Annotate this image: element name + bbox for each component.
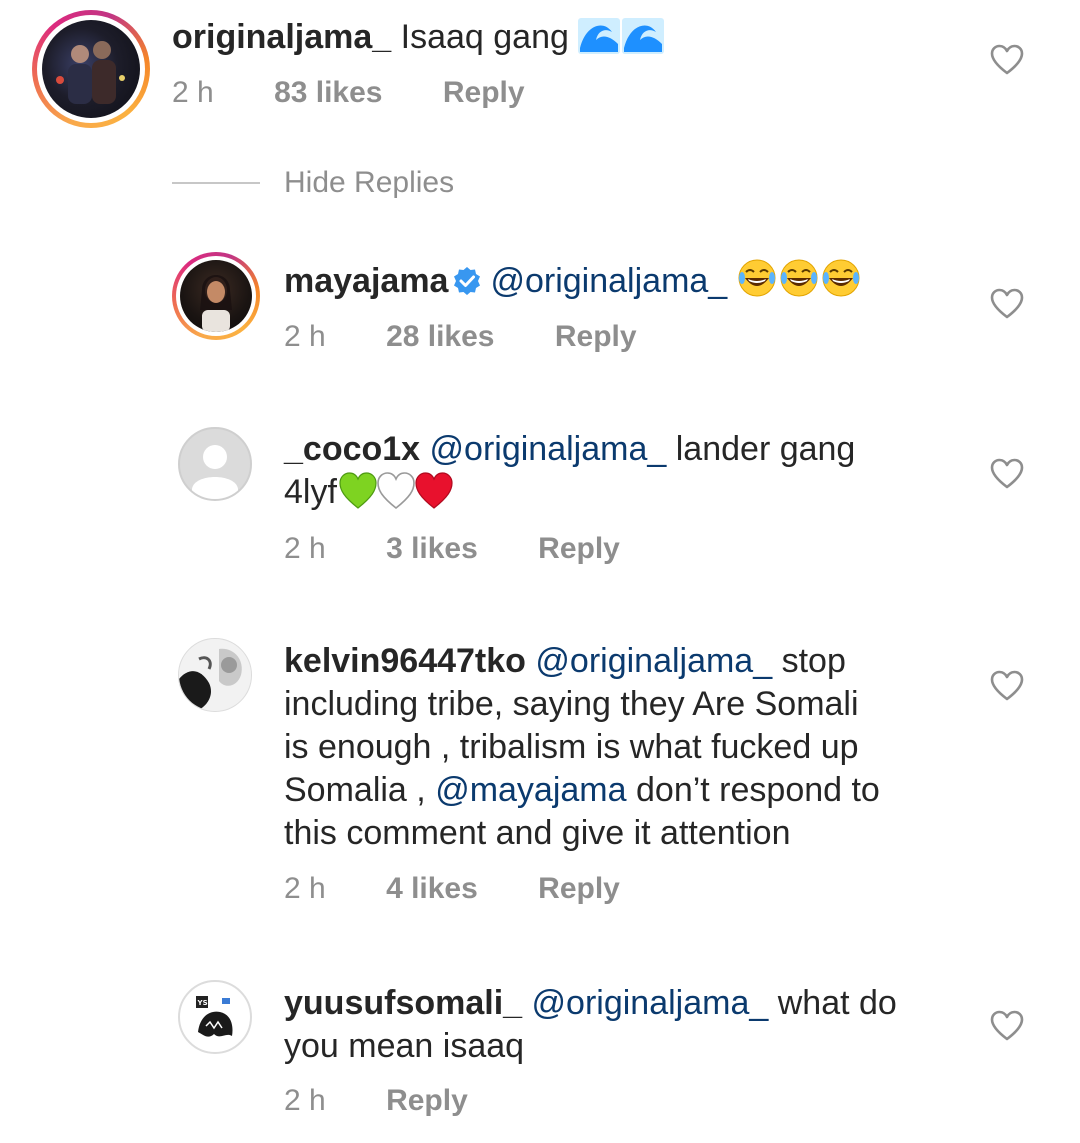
- username[interactable]: yuusufsomali_: [284, 984, 522, 1022]
- likes-count[interactable]: 28 likes: [386, 320, 494, 354]
- mention-link[interactable]: @originaljama_: [535, 642, 772, 680]
- comment-text-line: you mean isaaq: [284, 1027, 525, 1065]
- heart-outline-icon[interactable]: [990, 1010, 1024, 1042]
- comment-text-line2: 4lyf: [284, 473, 337, 511]
- joy-emoji: [737, 258, 863, 309]
- likes-count[interactable]: 3 likes: [386, 532, 478, 566]
- avatar-kelvin96447tko[interactable]: [178, 638, 252, 712]
- avatar-mayajama[interactable]: [172, 252, 260, 340]
- comment-text: Somalia ,: [284, 771, 426, 809]
- heart-outline-icon[interactable]: [990, 44, 1024, 76]
- svg-text:YS: YS: [197, 999, 208, 1007]
- verified-badge-icon: [452, 264, 482, 307]
- heart-outline-icon[interactable]: [990, 458, 1024, 490]
- avatar-yuusufsomali[interactable]: YS: [178, 980, 252, 1054]
- mention-link[interactable]: @originaljama_: [430, 430, 667, 468]
- comment-time: 2 h: [284, 1084, 326, 1117]
- hide-replies-button[interactable]: Hide Replies: [284, 166, 454, 200]
- comment-text: stop: [781, 642, 846, 680]
- heart-outline-icon[interactable]: [990, 670, 1024, 702]
- username[interactable]: _coco1x: [284, 430, 420, 468]
- comment-time: 2 h: [284, 872, 326, 905]
- avatar-originaljama[interactable]: [32, 10, 150, 128]
- wave-emoji: [578, 18, 665, 65]
- comment-text-line: this comment and give it attention: [284, 814, 791, 852]
- likes-count[interactable]: 4 likes: [386, 872, 478, 906]
- mention-link[interactable]: @originaljama_: [532, 984, 769, 1022]
- reply-button[interactable]: Reply: [538, 532, 620, 566]
- comment-text: lander gang: [675, 430, 856, 468]
- username[interactable]: kelvin96447tko: [284, 642, 526, 680]
- comment-text-line: including tribe, saying they Are Somali: [284, 685, 859, 723]
- heart-outline-icon[interactable]: [990, 288, 1024, 320]
- reply-button[interactable]: Reply: [443, 76, 525, 110]
- mention-link[interactable]: @mayajama: [435, 771, 626, 809]
- hearts-emoji: [339, 471, 453, 522]
- likes-count[interactable]: 83 likes: [274, 76, 382, 110]
- comment-time: 2 h: [284, 320, 326, 353]
- default-avatar-icon[interactable]: [178, 427, 252, 501]
- hide-replies-divider: [172, 182, 260, 184]
- comment-text: Isaaq gang: [400, 18, 569, 56]
- comment-text-line: is enough , tribalism is what fucked up: [284, 728, 859, 766]
- comment-text: don’t respond to: [636, 771, 880, 809]
- username[interactable]: originaljama_: [172, 18, 391, 56]
- reply-button[interactable]: Reply: [538, 872, 620, 906]
- reply-button[interactable]: Reply: [555, 320, 637, 354]
- mention-link[interactable]: @originaljama_: [490, 262, 727, 300]
- comment-text: what do: [777, 984, 897, 1022]
- username[interactable]: mayajama: [284, 262, 448, 300]
- comment-time: 2 h: [172, 76, 214, 109]
- reply-button[interactable]: Reply: [386, 1084, 468, 1118]
- comment-time: 2 h: [284, 532, 326, 565]
